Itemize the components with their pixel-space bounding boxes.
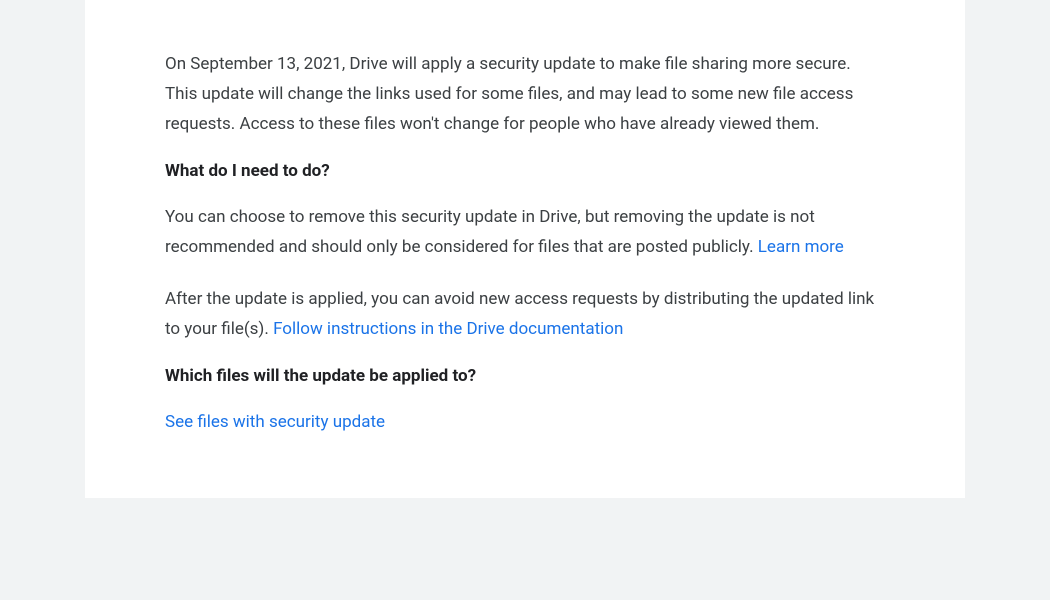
learn-more-link[interactable]: Learn more (758, 237, 844, 257)
remove-update-text: You can choose to remove this security u… (165, 207, 815, 257)
heading-what-to-do: What do I need to do? (165, 161, 885, 181)
heading-which-files: Which files will the update be applied t… (165, 366, 885, 386)
notification-card: On September 13, 2021, Drive will apply … (85, 0, 965, 498)
intro-paragraph: On September 13, 2021, Drive will apply … (165, 50, 885, 139)
remove-update-paragraph: You can choose to remove this security u… (165, 203, 885, 263)
see-files-link[interactable]: See files with security update (165, 408, 385, 438)
follow-instructions-link[interactable]: Follow instructions in the Drive documen… (273, 319, 623, 339)
after-update-paragraph: After the update is applied, you can avo… (165, 285, 885, 345)
